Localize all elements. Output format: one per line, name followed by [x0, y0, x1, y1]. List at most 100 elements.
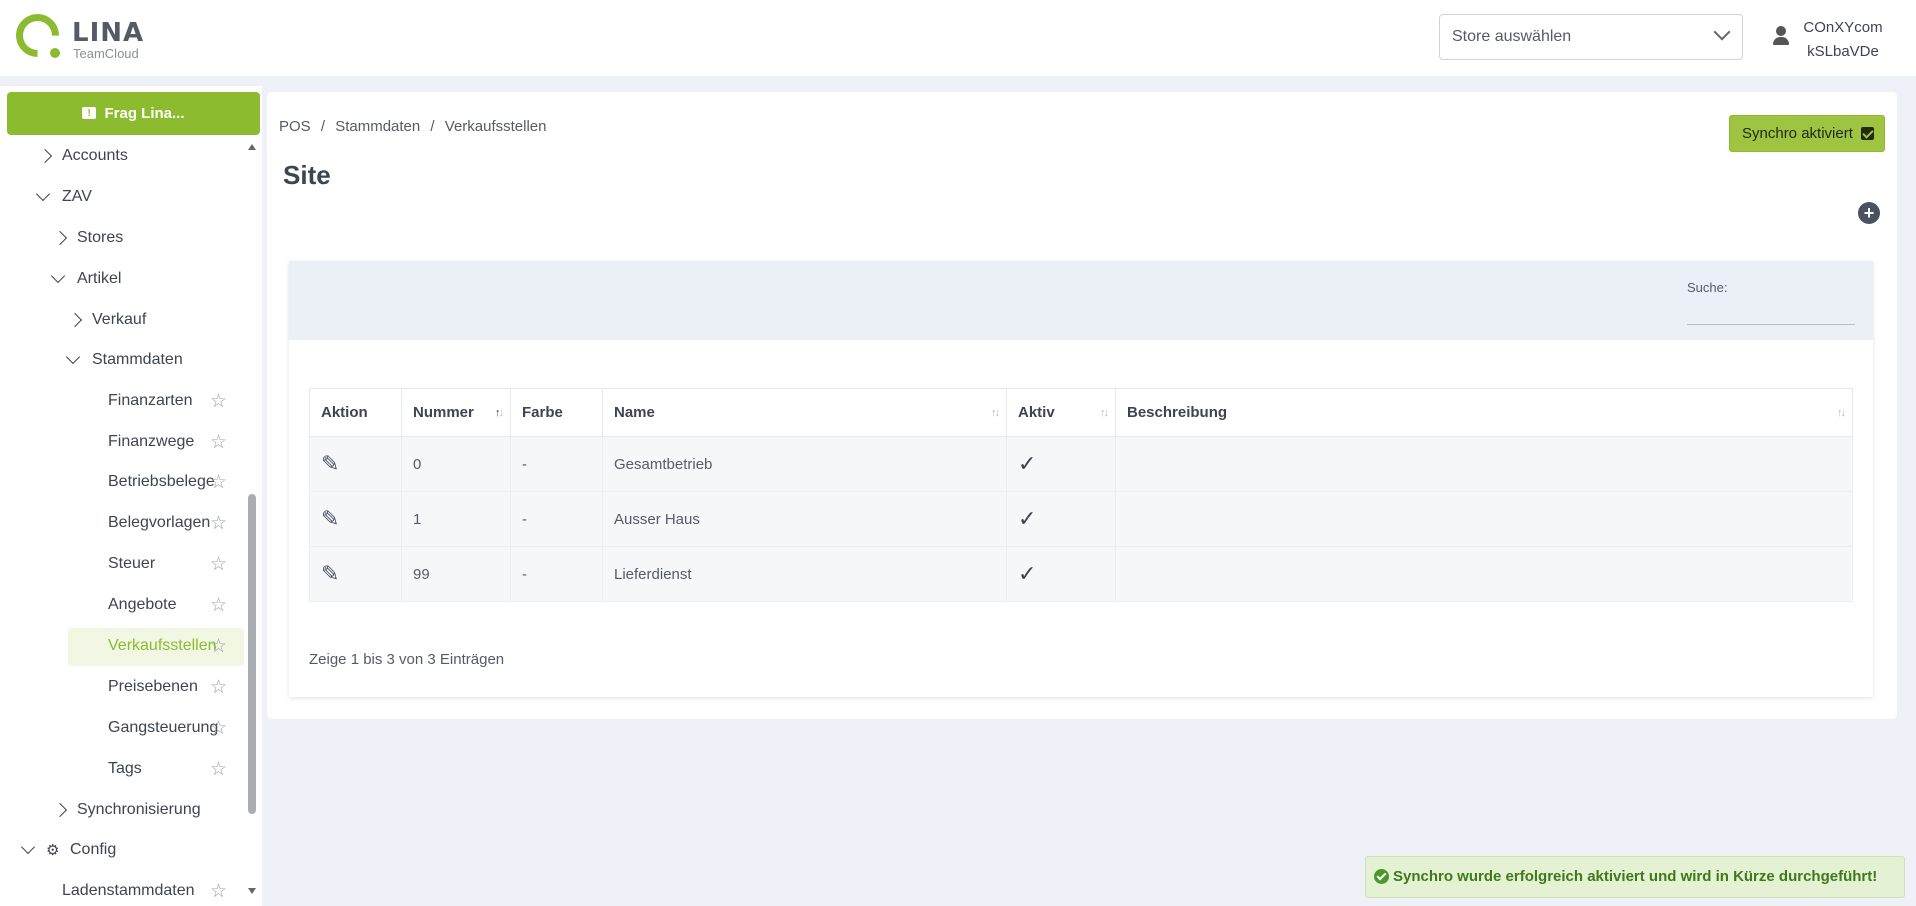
star-icon[interactable]: ☆ — [210, 505, 227, 541]
sidebar-item-gangsteuerung[interactable]: Gangsteuerung ☆ — [68, 710, 244, 746]
farbe-cell: - — [510, 546, 603, 602]
column-header-nummer[interactable]: Nummer ↑↓ — [401, 388, 511, 437]
sidebar-item-label: Verkaufsstellen — [108, 637, 217, 654]
scroll-up-arrow-icon[interactable] — [248, 144, 256, 150]
logo-dot-icon — [50, 48, 60, 58]
aktiv-cell: ✓ — [1006, 546, 1116, 602]
star-icon[interactable]: ☆ — [210, 873, 227, 906]
sidebar-nav: Accounts ZAV Stores Artikel Verkauf Stam… — [0, 138, 244, 906]
star-icon[interactable]: ☆ — [210, 710, 227, 746]
success-toast[interactable]: Synchro wurde erfolgreich aktiviert und … — [1365, 856, 1905, 898]
sidebar: Frag Lina... Accounts ZAV Stores Artikel… — [0, 86, 262, 906]
table-row: ✎ 0 - Gesamtbetrieb ✓ — [309, 436, 1853, 492]
sort-icon[interactable]: ↑↓ — [1100, 407, 1109, 419]
frag-lina-button[interactable]: Frag Lina... — [7, 92, 260, 135]
chevron-down-icon — [65, 349, 81, 365]
star-icon[interactable]: ☆ — [210, 628, 227, 664]
scrollbar-thumb[interactable] — [248, 494, 256, 814]
sort-asc-icon[interactable]: ↑↓ — [495, 407, 504, 419]
chevron-right-icon — [52, 802, 68, 818]
star-icon[interactable]: ☆ — [210, 669, 227, 705]
column-header-name[interactable]: Name ↑↓ — [602, 388, 1007, 437]
sidebar-item-config[interactable]: ⚙ Config — [20, 832, 240, 868]
check-icon: ✓ — [1018, 506, 1037, 532]
sidebar-item-steuer[interactable]: Steuer ☆ — [68, 546, 244, 582]
page-title: Site — [283, 160, 331, 190]
sidebar-item-angebote[interactable]: Angebote ☆ — [68, 587, 244, 623]
column-header-beschreibung[interactable]: Beschreibung ↑↓ — [1115, 388, 1853, 437]
sidebar-item-preisebenen[interactable]: Preisebenen ☆ — [68, 669, 244, 705]
star-icon[interactable]: ☆ — [210, 464, 227, 500]
search-label: Suche: — [1687, 280, 1728, 295]
star-icon[interactable]: ☆ — [210, 383, 227, 419]
star-icon[interactable]: ☆ — [210, 751, 227, 787]
sidebar-item-accounts[interactable]: Accounts — [37, 138, 240, 174]
sidebar-item-verkaufsstellen[interactable]: Verkaufsstellen ☆ — [68, 628, 244, 666]
farbe-cell: - — [510, 436, 603, 492]
star-icon[interactable]: ☆ — [210, 587, 227, 623]
sidebar-item-synchronisierung[interactable]: Synchronisierung — [52, 792, 240, 828]
edit-pencil-icon[interactable]: ✎ — [321, 562, 339, 587]
sidebar-scrollbar[interactable] — [246, 138, 258, 906]
lina-logo[interactable]: LINA TeamCloud — [7, 5, 156, 66]
sidebar-item-label: Tags — [108, 760, 142, 777]
breadcrumb-stammdaten[interactable]: Stammdaten — [335, 118, 420, 135]
search-input[interactable] — [1687, 301, 1855, 325]
sidebar-item-label: Finanzarten — [108, 392, 193, 409]
chevron-down-icon — [1713, 23, 1731, 41]
sidebar-item-zav[interactable]: ZAV — [35, 179, 240, 215]
aktiv-cell: ✓ — [1006, 491, 1116, 547]
star-icon[interactable]: ☆ — [210, 546, 227, 582]
star-icon[interactable]: ☆ — [210, 424, 227, 460]
table-row: ✎ 99 - Lieferdienst ✓ — [309, 546, 1853, 602]
edit-pencil-icon[interactable]: ✎ — [321, 507, 339, 532]
synchro-button[interactable]: Synchro aktiviert — [1729, 115, 1885, 152]
sidebar-item-label: Config — [70, 841, 117, 858]
logo-ring-icon — [7, 5, 68, 66]
chevron-right-icon — [67, 312, 83, 328]
add-button[interactable]: + — [1858, 202, 1880, 224]
sidebar-item-finanzwege[interactable]: Finanzwege ☆ — [68, 424, 244, 460]
table-info: Zeige 1 bis 3 von 3 Einträgen — [309, 651, 505, 668]
name-cell: Gesamtbetrieb — [602, 436, 1007, 492]
chevron-down-icon — [50, 268, 66, 284]
breadcrumb-pos[interactable]: POS — [279, 118, 311, 135]
sidebar-item-label: Finanzwege — [108, 433, 195, 450]
sidebar-item-finanzarten[interactable]: Finanzarten ☆ — [68, 383, 244, 419]
logo-text: LINA — [72, 18, 145, 48]
sidebar-item-label: Angebote — [108, 596, 177, 613]
user-name[interactable]: COnXYcom kSLbaVDe — [1800, 16, 1886, 64]
action-cell: ✎ — [309, 491, 402, 547]
sort-icon[interactable]: ↑↓ — [1837, 407, 1846, 419]
sidebar-item-label: Accounts — [62, 147, 128, 164]
toast-message: Synchro wurde erfolgreich aktiviert und … — [1393, 868, 1878, 885]
sidebar-item-belegvorlagen[interactable]: Belegvorlagen ☆ — [68, 505, 244, 541]
sidebar-item-label: Stammdaten — [92, 351, 183, 368]
sidebar-item-label: Artikel — [77, 270, 122, 287]
scroll-down-arrow-icon[interactable] — [248, 888, 256, 894]
user-icon[interactable] — [1772, 26, 1790, 46]
nummer-cell: 0 — [401, 436, 511, 492]
sidebar-item-ladenstammdaten[interactable]: Ladenstammdaten ☆ — [40, 873, 244, 906]
sidebar-item-tags[interactable]: Tags ☆ — [68, 751, 244, 787]
sidebar-item-label: Preisebenen — [108, 678, 198, 695]
chevron-down-icon — [35, 186, 51, 202]
sort-icon[interactable]: ↑↓ — [991, 407, 1000, 419]
top-bar: LINA TeamCloud Store auswählen COnXYcom … — [0, 0, 1916, 76]
sidebar-item-label: Verkauf — [92, 311, 147, 328]
sidebar-item-verkauf[interactable]: Verkauf — [67, 302, 240, 338]
store-select[interactable]: Store auswählen — [1439, 14, 1743, 60]
edit-pencil-icon[interactable]: ✎ — [321, 452, 339, 477]
beschreibung-cell — [1115, 436, 1853, 492]
sidebar-item-betriebsbelege[interactable]: Betriebsbelege ☆ — [68, 464, 244, 500]
table-card: Suche: Aktion Nummer ↑↓ Farbe Name ↑↓ Akti… — [289, 261, 1873, 697]
user-name-line1: COnXYcom — [1803, 19, 1883, 36]
check-icon: ✓ — [1018, 451, 1037, 477]
gears-icon: ⚙ — [46, 841, 60, 859]
store-select-placeholder: Store auswählen — [1452, 28, 1572, 45]
sidebar-item-artikel[interactable]: Artikel — [50, 261, 240, 297]
breadcrumb-separator: / — [430, 118, 435, 135]
column-header-aktiv[interactable]: Aktiv ↑↓ — [1006, 388, 1116, 437]
sidebar-item-stores[interactable]: Stores — [52, 220, 240, 256]
sidebar-item-stammdaten[interactable]: Stammdaten — [65, 342, 240, 378]
